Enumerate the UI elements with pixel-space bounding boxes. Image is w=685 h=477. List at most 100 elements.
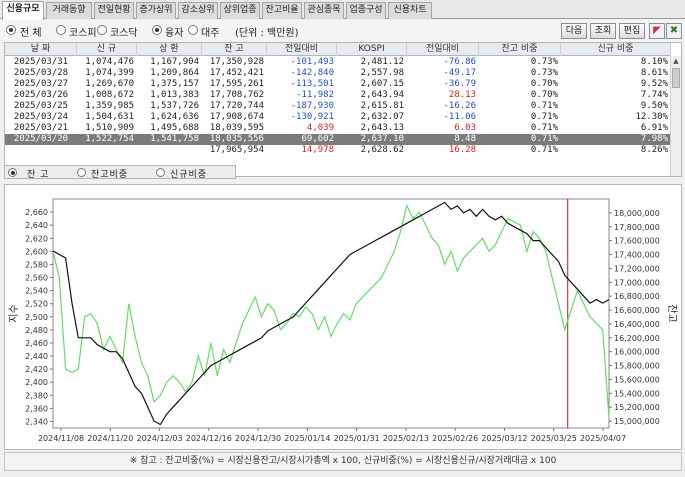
table-row[interactable]: 2025/03/21 1,510,909 1,495,688 18,039,595 4,… xyxy=(5,123,671,134)
table-cell: 1,209,864 xyxy=(150,68,199,78)
right-tick-label: 17,800,000 xyxy=(614,223,660,232)
footnote: ※ 참고 : 잔고비중(%) = 시장신용잔고/시장시가총액 x 100, 신규… xyxy=(4,452,682,471)
table-row[interactable]: 2025/03/27 1,269,670 1,375,157 17,595,261 -1… xyxy=(5,79,671,90)
next-button[interactable]: 다음 xyxy=(561,23,587,39)
x-tick-label: 2025/04/07 xyxy=(580,434,626,443)
table-row[interactable]: 17,965,954 14,978 2,628.62 16.28 0.71% 8.26% xyxy=(5,145,671,156)
table-cell: 1,504,631 xyxy=(85,112,134,122)
table-row[interactable]: 2025/03/25 1,359,985 1,537,726 17,720,744 -1… xyxy=(5,101,671,112)
x-tick-label: 2025/03/25 xyxy=(531,434,577,443)
x-tick-label: 2025/02/26 xyxy=(432,434,478,443)
excel-export-icon[interactable]: ✖ xyxy=(666,23,682,39)
column-header[interactable]: 신규 비중 xyxy=(561,43,671,56)
table-row[interactable]: 2025/03/24 1,504,631 1,624,636 17,908,674 -1… xyxy=(5,112,671,123)
table-cell: 18,039,595 xyxy=(209,123,264,133)
left-tick-label: 2,600 xyxy=(25,247,48,256)
table-cell: 8.10% xyxy=(640,57,668,67)
right-tick-label: 15,400,000 xyxy=(614,389,660,398)
tab-bar: 신용규모 거래동향 전일현황 증가상위 감소상위 상위업종 잔고비율 관심종목 업종구성 신용차트 xyxy=(0,0,685,20)
column-header[interactable]: 날 짜 xyxy=(5,43,77,56)
table-row[interactable]: 2025/03/31 1,074,476 1,167,904 17,350,928 -1… xyxy=(5,57,671,68)
tab-5[interactable]: 감소상위 xyxy=(178,2,218,19)
radio-label-balance-ratio: 잔고비중 xyxy=(91,170,129,180)
x-tick-label: 2024/12/03 xyxy=(136,434,182,443)
credit-table: 날 짜신 규상 환잔 고 전일대비 KOSPI 전일대비 잔고 비중 신규 비중 2025… xyxy=(4,42,682,177)
right-tick-label: 15,200,000 xyxy=(614,403,660,412)
column-header[interactable]: 신 규 xyxy=(77,43,137,56)
x-tick-label: 2024/11/08 xyxy=(38,434,84,443)
table-cell: 8.48 xyxy=(454,134,476,144)
table-cell: 7.98% xyxy=(640,134,668,144)
tab-10[interactable]: 신용차트 xyxy=(388,2,432,19)
tab-1[interactable]: 신용규모 xyxy=(2,1,44,20)
table-cell: 16.28 xyxy=(448,145,476,155)
column-header[interactable]: 잔고 비중 xyxy=(479,43,561,56)
tab-9[interactable]: 업종구성 xyxy=(346,2,386,19)
radio-market-kosdaq[interactable] xyxy=(97,25,107,35)
table-cell: 1,269,670 xyxy=(85,79,134,89)
table-cell: 1,624,636 xyxy=(150,112,199,122)
left-tick-label: 2,460 xyxy=(25,339,48,348)
radio-chart-balance[interactable] xyxy=(8,168,17,177)
left-tick-label: 2,620 xyxy=(25,234,48,243)
edit-button[interactable]: 편집 xyxy=(619,23,645,39)
table-cell: -49.17 xyxy=(443,68,476,78)
radio-label-all: 전 체 xyxy=(20,28,42,39)
table-cell: 17,720,744 xyxy=(209,101,264,111)
column-header[interactable]: 전일대비 xyxy=(267,43,337,56)
table-cell: 14,978 xyxy=(301,145,334,155)
table-row[interactable]: 2025/03/28 1,074,399 1,209,864 17,452,421 -1… xyxy=(5,68,671,79)
radio-chart-new-ratio[interactable] xyxy=(156,168,165,177)
column-header[interactable]: 상 환 xyxy=(137,43,202,56)
column-header[interactable]: 잔 고 xyxy=(202,43,267,56)
table-cell: 1,008,672 xyxy=(85,90,134,100)
chart-toggle-icon[interactable]: ◤ xyxy=(649,23,665,39)
chart-svg: 2,340 2,360 2,380 2,400 2,420 2,440 2,460 2,480… xyxy=(8,198,678,443)
table-cell: -130,921 xyxy=(290,112,334,122)
table-cell: 17,908,674 xyxy=(209,112,264,122)
x-tick-label: 2025/01/14 xyxy=(284,434,330,443)
tab-6[interactable]: 상위업종 xyxy=(220,2,260,19)
table-cell: 69,602 xyxy=(301,134,334,144)
tab-2[interactable]: 거래동향 xyxy=(46,2,92,19)
right-axis-label: 잔고 xyxy=(666,304,678,322)
scroll-up-icon[interactable]: ▲ xyxy=(671,56,681,66)
table-cell: -11.06 xyxy=(443,112,476,122)
tab-8[interactable]: 관심종목 xyxy=(304,2,344,19)
right-tick-label: 15,600,000 xyxy=(614,375,660,384)
table-cell: 1,074,476 xyxy=(85,57,134,67)
query-button[interactable]: 조회 xyxy=(590,23,616,39)
radio-type-lend[interactable] xyxy=(188,25,198,35)
table-cell: 2,643.94 xyxy=(360,90,404,100)
right-tick-label: 17,000,000 xyxy=(614,278,660,287)
table-cell: -16.26 xyxy=(443,101,476,111)
scroll-thumb[interactable] xyxy=(672,68,680,88)
x-tick-label: 2024/12/16 xyxy=(186,434,232,443)
table-cell: 2025/03/28 xyxy=(13,68,69,78)
table-cell: 2025/03/20 xyxy=(13,134,69,144)
radio-label-loan: 융자 xyxy=(165,28,184,39)
column-header[interactable]: 전일대비 xyxy=(407,43,479,56)
tab-4[interactable]: 증가상위 xyxy=(136,2,176,19)
column-header[interactable]: KOSPI xyxy=(337,43,407,56)
table-cell: 28.13 xyxy=(448,90,476,100)
table-cell: -36.79 xyxy=(443,79,476,89)
table-cell: 2,557.98 xyxy=(360,68,404,78)
radio-type-loan[interactable] xyxy=(152,25,162,35)
radio-market-kospi[interactable] xyxy=(56,25,66,35)
table-cell: 0.71% xyxy=(530,112,558,122)
radio-market-all[interactable] xyxy=(6,25,16,35)
left-tick-label: 2,420 xyxy=(25,365,48,374)
table-cell: 2025/03/27 xyxy=(13,79,69,89)
tab-3[interactable]: 전일현황 xyxy=(94,2,134,19)
tab-7[interactable]: 잔고비율 xyxy=(262,2,302,19)
right-tick-label: 17,200,000 xyxy=(614,264,660,273)
table-scrollbar[interactable]: ▲ xyxy=(670,56,681,176)
right-tick-label: 17,400,000 xyxy=(614,251,660,260)
left-axis-label: 지수 xyxy=(8,304,20,322)
table-row[interactable]: 2025/03/26 1,008,672 1,013,383 17,708,762 -1… xyxy=(5,90,671,101)
table-row[interactable]: 2025/03/20 1,522,754 1,541,758 18,035,556 69… xyxy=(5,134,671,145)
table-cell: 2025/03/31 xyxy=(13,57,69,67)
table-cell: 1,495,688 xyxy=(150,123,199,133)
radio-chart-balance-ratio[interactable] xyxy=(77,168,86,177)
